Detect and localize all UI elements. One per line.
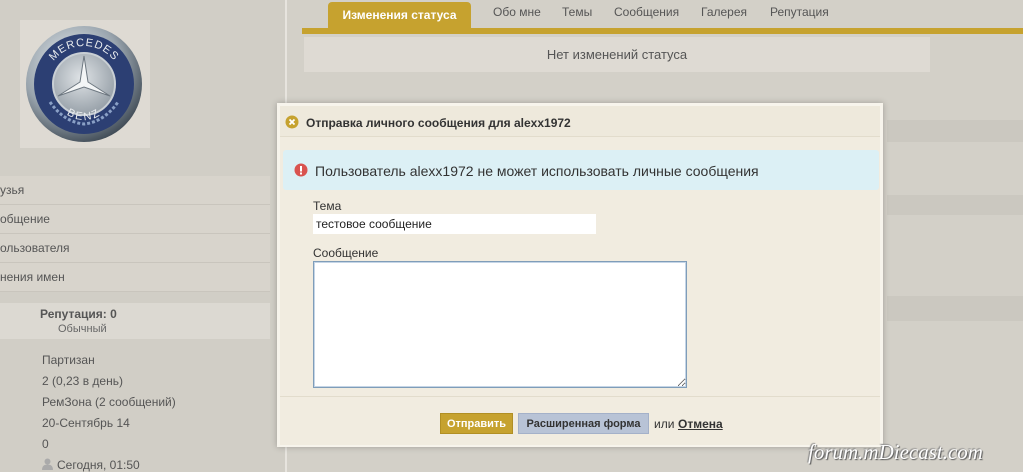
- background-row: [887, 120, 1023, 142]
- dialog-header: Отправка личного сообщения для alexx1972: [280, 106, 880, 137]
- dialog-footer: Отправить Расширенная форма или Отмена: [280, 396, 880, 445]
- error-message: Пользователь alexx1972 не может использо…: [283, 150, 879, 190]
- sidebar-item-label: узья: [0, 183, 25, 197]
- last-visit-text: Сегодня, 01:50: [57, 458, 140, 472]
- private-message-dialog: Отправка личного сообщения для alexx1972…: [277, 103, 883, 447]
- reputation-level: Обычный: [58, 323, 107, 335]
- tab-topics[interactable]: Темы: [562, 5, 592, 19]
- person-icon: [42, 458, 53, 470]
- message-label: Сообщение: [313, 246, 379, 260]
- sidebar-item-label: ользователя: [0, 241, 70, 255]
- reputation-title: Репутация: 0: [40, 307, 117, 321]
- sidebar-item-user[interactable]: ользователя: [0, 234, 270, 263]
- message-textarea[interactable]: [313, 261, 687, 388]
- cancel-link[interactable]: Отмена: [678, 417, 723, 431]
- tab-gallery[interactable]: Галерея: [701, 5, 747, 19]
- profile-sidebar: MERCEDES BENZ узья общение ользователя н…: [0, 0, 285, 472]
- active-forum: РемЗона (2 сообщений): [42, 395, 176, 409]
- sidebar-item-send-message[interactable]: общение: [0, 205, 270, 234]
- sidebar-item-label: общение: [0, 212, 50, 226]
- mercedes-benz-logo: MERCEDES BENZ: [26, 26, 142, 142]
- sidebar-item-label: нения имен: [0, 270, 65, 284]
- status-message: Нет изменений статуса: [304, 37, 930, 72]
- avatar: MERCEDES BENZ: [20, 20, 150, 148]
- watermark: forum.mDiecast.com: [808, 440, 983, 464]
- tab-posts[interactable]: Сообщения: [614, 5, 679, 19]
- member-group: Партизан: [42, 353, 95, 367]
- send-button[interactable]: Отправить: [440, 413, 513, 434]
- last-visit: Сегодня, 01:50: [42, 458, 140, 472]
- subject-label: Тема: [313, 199, 342, 213]
- or-text: или: [654, 417, 675, 431]
- reputation-box: Репутация: 0 Обычный: [0, 303, 270, 339]
- dialog-title: Отправка личного сообщения для alexx1972: [306, 116, 571, 130]
- profile-tabs: Изменения статуса Обо мне Темы Сообщения…: [302, 0, 1023, 29]
- sidebar-item-friends[interactable]: узья: [0, 176, 270, 205]
- tab-about[interactable]: Обо мне: [493, 5, 541, 19]
- join-date: 20-Сентябрь 14: [42, 416, 130, 430]
- close-icon[interactable]: [285, 115, 299, 129]
- advanced-form-button[interactable]: Расширенная форма: [518, 413, 649, 434]
- error-text: Пользователь alexx1972 не может использо…: [315, 163, 759, 179]
- post-count: 2 (0,23 в день): [42, 374, 123, 388]
- error-icon: [294, 163, 308, 177]
- subject-input[interactable]: [313, 214, 596, 234]
- background-row: [887, 296, 1023, 321]
- tab-underline: [302, 28, 1023, 34]
- background-row: [887, 195, 1023, 215]
- tab-reputation[interactable]: Репутация: [770, 5, 829, 19]
- sidebar-item-name-changes[interactable]: нения имен: [0, 263, 270, 292]
- profile-views: 0: [42, 437, 49, 451]
- tab-status-changes[interactable]: Изменения статуса: [328, 2, 471, 29]
